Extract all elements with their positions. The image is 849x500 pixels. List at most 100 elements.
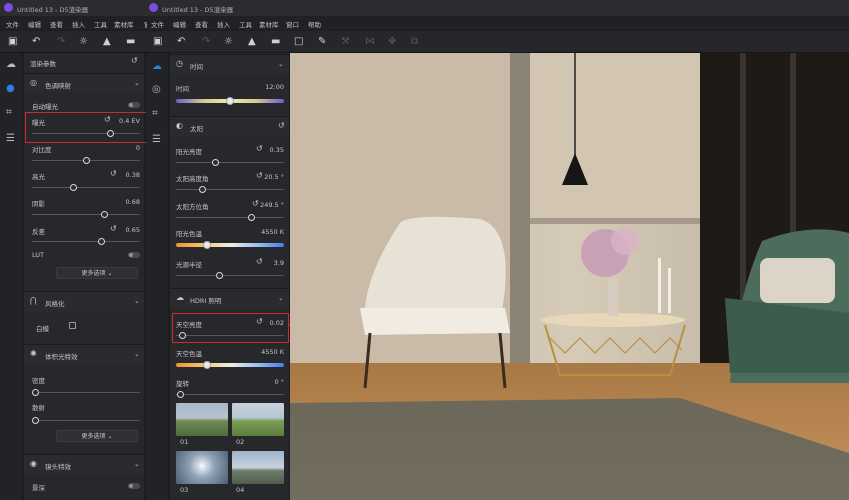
hdri-section-header[interactable]: ☁ HDRI 照明 ⌄ (170, 288, 289, 308)
sky-color-temp-value[interactable]: 4550 K (250, 348, 284, 356)
auto-exposure-toggle[interactable] (128, 102, 140, 108)
light-radius-slider[interactable] (176, 272, 284, 279)
contrast-slider-knob[interactable] (83, 157, 90, 164)
render-settings-icon[interactable]: ◎ (152, 84, 161, 95)
contrast-slider[interactable] (32, 157, 140, 164)
menu-window[interactable]: 窗口 (286, 19, 299, 29)
lut-toggle[interactable] (128, 252, 140, 258)
path-icon[interactable]: ⋈ (365, 36, 375, 47)
eyedropper-icon[interactable]: ✎ (318, 36, 326, 47)
scene-list-icon[interactable]: ☰ (6, 133, 15, 144)
move-icon[interactable]: ✥ (388, 36, 396, 47)
light-radius-value[interactable]: 3.9 (250, 259, 284, 267)
sky-color-temp-slider-knob[interactable] (203, 361, 211, 369)
highlight-slider[interactable] (32, 184, 140, 191)
sun-color-temp-slider[interactable] (176, 241, 284, 249)
dof-toggle[interactable] (128, 483, 140, 489)
saturation-slider-knob[interactable] (98, 238, 105, 245)
sun-brightness-slider-knob[interactable] (212, 159, 219, 166)
scene-list-icon[interactable]: ☰ (152, 134, 161, 145)
weather-icon[interactable]: ☁ (6, 59, 16, 70)
rotation-value[interactable]: 0 ° (250, 378, 284, 386)
rect-light-icon[interactable]: □ (294, 36, 303, 47)
menu-view[interactable]: 查看 (195, 19, 208, 29)
hdri-thumbnail[interactable] (232, 451, 284, 484)
sun-azimuth-slider[interactable] (176, 214, 284, 221)
strip-light-icon[interactable]: ▬ (271, 36, 280, 47)
sky-brightness-slider-knob[interactable] (179, 332, 186, 339)
rotation-slider[interactable] (176, 391, 284, 398)
sun-brightness-value[interactable]: 0.35 (250, 146, 284, 154)
time-section-header[interactable]: ◷ 时间 ⌄ (170, 54, 289, 74)
cone-light-icon[interactable]: ▲ (248, 36, 256, 47)
sun-icon[interactable]: ☼ (224, 36, 233, 47)
sky-color-temp-slider[interactable] (176, 361, 284, 369)
scatter-slider-knob[interactable] (32, 417, 39, 424)
panel-toggle-icon[interactable]: ▣ (8, 36, 17, 47)
redo-icon[interactable]: ↷ (57, 36, 65, 47)
exposure-slider-knob[interactable] (107, 130, 114, 137)
menu-insert[interactable]: 插入 (72, 19, 85, 29)
cone-light-icon[interactable]: ▲ (103, 36, 111, 47)
copy-icon[interactable]: ⧉ (411, 36, 418, 47)
rotation-slider-knob[interactable] (177, 391, 184, 398)
sun-altitude-value[interactable]: 20.5 ° (250, 173, 284, 181)
highlight-value[interactable]: 0.38 (112, 171, 140, 179)
more-options-button[interactable]: 更多选项 ⌄ (56, 430, 138, 442)
white-model-checkbox[interactable] (69, 322, 76, 329)
light-radius-slider-knob[interactable] (216, 272, 223, 279)
menu-edit[interactable]: 编辑 (173, 19, 186, 29)
undo-icon[interactable]: ↶ (177, 36, 185, 47)
menu-tools[interactable]: 工具 (239, 19, 252, 29)
menu-file[interactable]: 文件 (6, 19, 19, 29)
exposure-slider[interactable] (32, 130, 140, 137)
shadow-slider[interactable] (32, 211, 140, 218)
tonemap-section-header[interactable]: ◎ 色调映射 ⌄ (24, 73, 144, 93)
hdri-thumbnail[interactable] (176, 403, 228, 436)
density-slider[interactable] (32, 389, 140, 396)
weather-icon[interactable]: ☁ (152, 61, 162, 72)
saturation-value[interactable]: 0.65 (112, 226, 140, 234)
sun-altitude-slider[interactable] (176, 186, 284, 193)
scatter-slider[interactable] (32, 417, 140, 424)
render-settings-icon[interactable]: ● (6, 83, 15, 94)
brush-icon[interactable]: ⚒ (341, 36, 350, 47)
shadow-value[interactable]: 0.68 (112, 198, 140, 206)
sun-icon[interactable]: ☼ (79, 36, 88, 47)
render-viewport[interactable] (290, 53, 849, 500)
menu-assets[interactable]: 素材库 (259, 19, 279, 29)
exposure-value[interactable]: 0.4 EV (112, 117, 140, 125)
sun-section-header[interactable]: ◐ 太阳 ↺ (170, 116, 289, 136)
menu-view[interactable]: 查看 (50, 19, 63, 29)
menu-edit[interactable]: 编辑 (28, 19, 41, 29)
reset-icon[interactable]: ↺ (131, 56, 138, 65)
sky-brightness-value[interactable]: 0.02 (250, 319, 284, 327)
lens-section-header[interactable]: ◉ 镜头特效 ⌄ (24, 454, 144, 474)
menu-assets[interactable]: 素材库 (114, 19, 134, 29)
sun-brightness-slider[interactable] (176, 159, 284, 166)
density-slider-knob[interactable] (32, 389, 39, 396)
reset-icon[interactable]: ↺ (104, 115, 111, 124)
saturation-slider[interactable] (32, 238, 140, 245)
sun-color-temp-slider-knob[interactable] (203, 241, 211, 249)
sun-altitude-slider-knob[interactable] (199, 186, 206, 193)
contrast-value[interactable]: 0 (112, 144, 140, 152)
sun-color-temp-value[interactable]: 4550 K (250, 228, 284, 236)
undo-icon[interactable]: ↶ (32, 36, 40, 47)
camera-icon[interactable]: ⌗ (6, 107, 12, 118)
time-value[interactable]: 12:00 (250, 83, 284, 91)
sun-azimuth-value[interactable]: 249.5 ° (250, 201, 284, 209)
highlight-slider-knob[interactable] (70, 184, 77, 191)
menu-help[interactable]: 帮助 (308, 19, 321, 29)
shadow-slider-knob[interactable] (101, 211, 108, 218)
redo-icon[interactable]: ↷ (202, 36, 210, 47)
menu-insert[interactable]: 插入 (217, 19, 230, 29)
menu-file[interactable]: 文件 (151, 19, 164, 29)
sky-brightness-slider[interactable] (176, 332, 284, 339)
camera-icon[interactable]: ⌗ (152, 108, 158, 119)
hdri-thumbnail[interactable] (232, 403, 284, 436)
menu-tools[interactable]: 工具 (94, 19, 107, 29)
more-options-button[interactable]: 更多选项 ⌄ (56, 267, 138, 279)
hdri-thumbnail[interactable] (176, 451, 228, 484)
time-slider[interactable] (176, 97, 284, 105)
